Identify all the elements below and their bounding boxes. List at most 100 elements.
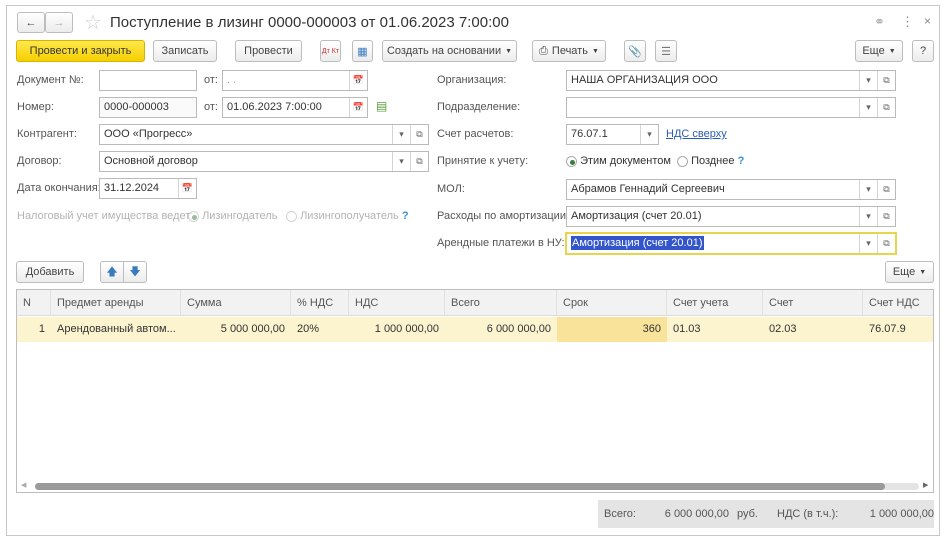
close-icon[interactable]: × [924, 14, 931, 28]
depreciation-select[interactable]: Амортизация (счет 20.01) ▾ ⧉ [566, 206, 896, 227]
link-icon[interactable]: ⚭ [874, 14, 885, 30]
mol-select[interactable]: Абрамов Геннадий Сергеевич ▾ ⧉ [566, 179, 896, 200]
calendar-icon[interactable]: 📅 [349, 71, 367, 90]
col-vat[interactable]: НДС [349, 290, 445, 316]
tax-lessee-radio[interactable]: Лизингополучатель ? [286, 206, 409, 226]
chevron-down-icon: ▼ [919, 268, 927, 276]
table-more-button[interactable]: Еще ▼ [885, 261, 934, 283]
end-date-input[interactable]: 31.12.2024 📅 [99, 178, 197, 199]
cell-sum[interactable]: 5 000 000,00 [181, 317, 291, 342]
create-based-on-button[interactable]: Создать на основании ▼ [382, 40, 517, 62]
open-icon[interactable]: ⧉ [877, 98, 895, 117]
dept-select[interactable]: ▾ ⧉ [566, 97, 896, 118]
back-button[interactable]: ← [17, 12, 45, 33]
acceptance-label: Принятие к учету: [437, 155, 529, 167]
dropdown-icon[interactable]: ▾ [859, 98, 877, 117]
dt-kt-icon[interactable]: Дт Кт [320, 40, 341, 62]
cell-total[interactable]: 6 000 000,00 [445, 317, 557, 342]
move-down-icon[interactable]: 🡇 [123, 261, 147, 283]
list-icon[interactable]: ☰ [655, 40, 677, 62]
cell-vat-account[interactable]: 76.07.9 [863, 317, 933, 342]
col-n[interactable]: N [17, 290, 51, 316]
tax-accounting-label: Налоговый учет имущества ведет: [17, 210, 194, 222]
col-vat-account[interactable]: Счет НДС [863, 290, 933, 316]
col-useful-life[interactable]: Срок использования [557, 290, 667, 335]
calendar-icon[interactable]: 📅 [178, 179, 196, 198]
more-button[interactable]: Еще ▼ [855, 40, 903, 62]
col-total[interactable]: Всего [445, 290, 557, 316]
save-button[interactable]: Записать [153, 40, 217, 62]
attachment-icon[interactable]: 📎 [624, 40, 646, 62]
account-select[interactable]: 76.07.1 ▾ [566, 124, 659, 145]
dropdown-icon[interactable]: ▾ [859, 234, 877, 253]
numbering-settings-icon[interactable]: ▤ [376, 99, 387, 113]
open-icon[interactable]: ⧉ [877, 234, 895, 253]
calendar-icon[interactable]: 📅 [349, 98, 367, 117]
col-account[interactable]: Счет учета [667, 290, 763, 316]
dropdown-icon[interactable]: ▾ [392, 125, 410, 144]
arrow-right-icon: → [53, 16, 65, 29]
post-button[interactable]: Провести [235, 40, 302, 62]
cell-n[interactable]: 1 [17, 317, 51, 342]
help-button[interactable]: ? [912, 40, 934, 62]
totals-panel: Всего: 6 000 000,00 руб. НДС (в т.ч.): 1… [598, 500, 934, 528]
scroll-right-icon[interactable]: ▶ [923, 481, 928, 489]
dropdown-icon[interactable]: ▾ [640, 125, 658, 144]
tax-lessor-radio[interactable]: Лизингодатель [188, 206, 277, 226]
doc-date-from-label: от: [204, 74, 218, 86]
mol-label: МОЛ: [437, 183, 465, 195]
number-date-input[interactable]: 01.06.2023 7:00:00 📅 [222, 97, 368, 118]
print-button[interactable]: ⎙ Печать ▼ [532, 40, 606, 62]
cell-useful-life[interactable]: 360 [557, 317, 667, 342]
chevron-down-icon: ▼ [888, 47, 896, 55]
vat-on-top-link[interactable]: НДС сверху [666, 124, 727, 144]
help-icon[interactable]: ? [738, 155, 745, 167]
items-table: N Предмет аренды Сумма % НДС НДС Всего С… [16, 289, 934, 493]
post-and-close-button[interactable]: Провести и закрыть [16, 40, 145, 62]
cell-vat-rate[interactable]: 20% [291, 317, 349, 342]
open-icon[interactable]: ⧉ [877, 180, 895, 199]
vat-total-value: 1 000 000,00 [869, 508, 934, 520]
col-vat-rate[interactable]: % НДС [291, 290, 349, 316]
dropdown-icon[interactable]: ▾ [859, 207, 877, 226]
open-icon[interactable]: ⧉ [877, 207, 895, 226]
move-up-icon[interactable]: 🡅 [100, 261, 124, 283]
counterparty-select[interactable]: ООО «Прогресс» ▾ ⧉ [99, 124, 429, 145]
open-icon[interactable]: ⧉ [410, 125, 428, 144]
number-date-from-label: от: [204, 101, 218, 113]
cell-depr-account[interactable]: 02.03 [763, 317, 863, 342]
scrollbar-thumb[interactable] [35, 483, 885, 490]
scroll-left-icon[interactable]: ◀ [21, 481, 26, 489]
menu-dots-icon[interactable]: ⋮ [901, 14, 914, 30]
favorite-star-icon[interactable]: ☆ [84, 10, 102, 35]
structure-icon[interactable]: ▦ [352, 40, 373, 62]
account-label: Счет расчетов: [437, 128, 514, 140]
doc-no-input[interactable] [99, 70, 197, 91]
horizontal-scrollbar[interactable] [35, 483, 919, 490]
number-input[interactable]: 0000-000003 [99, 97, 197, 118]
col-sum[interactable]: Сумма [181, 290, 291, 316]
chevron-down-icon: ▼ [505, 47, 513, 55]
lease-payments-label: Арендные платежи в НУ: [437, 237, 565, 249]
dropdown-icon[interactable]: ▾ [859, 71, 877, 90]
doc-date-input[interactable]: . . 📅 [222, 70, 368, 91]
col-item[interactable]: Предмет аренды [51, 290, 181, 316]
open-icon[interactable]: ⧉ [877, 71, 895, 90]
cell-item[interactable]: Арендованный автом... [51, 317, 181, 342]
open-icon[interactable]: ⧉ [410, 152, 428, 171]
dropdown-icon[interactable]: ▾ [392, 152, 410, 171]
acceptance-this-doc-radio[interactable]: Этим документом [566, 151, 671, 171]
col-depr-account[interactable]: Счет амортизации [763, 290, 863, 335]
lease-payments-select[interactable]: Амортизация (счет 20.01) ▾ ⧉ [565, 232, 897, 255]
org-select[interactable]: НАША ОРГАНИЗАЦИЯ ООО ▾ ⧉ [566, 70, 896, 91]
acceptance-later-radio[interactable]: Позднее ? [677, 151, 744, 171]
contract-select[interactable]: Основной договор ▾ ⧉ [99, 151, 429, 172]
cell-account[interactable]: 01.03 [667, 317, 763, 342]
add-row-button[interactable]: Добавить [16, 261, 84, 283]
forward-button[interactable]: → [45, 12, 73, 33]
cell-vat[interactable]: 1 000 000,00 [349, 317, 445, 342]
help-icon[interactable]: ? [402, 210, 409, 222]
arrow-left-icon: ← [25, 16, 37, 29]
dropdown-icon[interactable]: ▾ [859, 180, 877, 199]
contract-label: Договор: [17, 155, 62, 167]
